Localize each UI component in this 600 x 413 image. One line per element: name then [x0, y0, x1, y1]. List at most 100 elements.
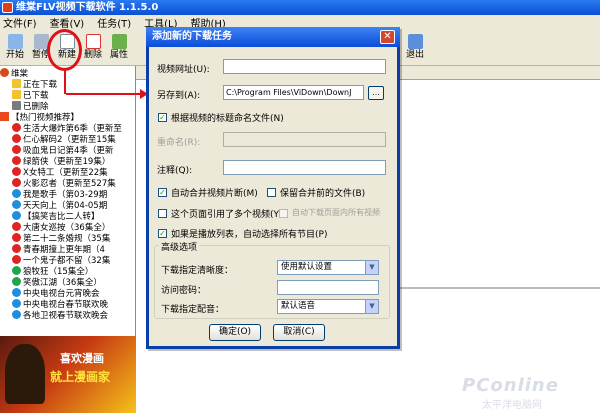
- menu-file[interactable]: 文件(F): [3, 15, 37, 30]
- password-input[interactable]: [277, 280, 379, 295]
- video-icon: [12, 145, 21, 154]
- arrow-icon: [0, 112, 9, 121]
- exit-icon: [407, 34, 423, 49]
- video-icon: [12, 200, 21, 209]
- close-icon[interactable]: ✕: [380, 30, 395, 44]
- auto-merge-checkbox[interactable]: ✓: [158, 188, 167, 197]
- video-icon: [12, 288, 21, 297]
- list-item[interactable]: 大唐女巡按（36集全）: [12, 222, 135, 233]
- video-icon: [12, 277, 21, 286]
- tree-deleted[interactable]: 已删除: [12, 101, 135, 112]
- ad-banner[interactable]: 喜欢漫画 就上漫画家: [0, 336, 136, 413]
- folder-icon: [12, 79, 21, 88]
- highlight-line: [64, 70, 66, 94]
- dubbing-select[interactable]: 默认语音 ▼: [277, 299, 379, 314]
- menu-task[interactable]: 任务(T): [97, 15, 131, 30]
- app-window: 维棠FLV视频下载软件 1.1.5.0 文件(F) 查看(V) 任务(T) 工具…: [0, 0, 600, 413]
- advanced-options-title: 高级选项: [159, 240, 200, 253]
- video-icon: [12, 299, 21, 308]
- rename-label: 重命名(R):: [157, 138, 201, 148]
- add-task-dialog: 添加新的下载任务 ✕ 视频网址(U): 另存到(A): C:\Program F…: [146, 27, 400, 349]
- cartoon-character-image: [5, 344, 45, 404]
- watermark-sub: 太平洋电脑网: [482, 400, 542, 411]
- delete-button[interactable]: 删除: [80, 32, 106, 65]
- rename-input[interactable]: [223, 132, 386, 147]
- url-input[interactable]: [223, 59, 386, 74]
- list-item[interactable]: X女特工（更新至22集: [12, 167, 135, 178]
- list-item[interactable]: 第二十二条婚规（35集: [12, 233, 135, 244]
- list-item[interactable]: 中央电视台春节联欢晚: [12, 299, 135, 310]
- delete-icon: [85, 34, 101, 49]
- properties-button[interactable]: 属性: [106, 32, 132, 65]
- start-button[interactable]: 开始: [2, 32, 28, 65]
- video-icon: [12, 178, 21, 187]
- list-item[interactable]: 青春期撞上更年期（4: [12, 244, 135, 255]
- multi-video-label: 这个页面引用了多个视频(Y): [171, 210, 283, 220]
- video-icon: [12, 134, 21, 143]
- browse-button[interactable]: ...: [368, 86, 384, 100]
- keep-before-merge-label: 保留合并前的文件(B): [280, 189, 366, 199]
- dialog-title: 添加新的下载任务: [152, 31, 232, 42]
- saveas-input[interactable]: C:\Program Files\ViDown\DownJ: [223, 85, 364, 100]
- list-item[interactable]: 一个鬼子都不留（32集: [12, 255, 135, 266]
- auto-download-all-label: 自动下载页面内所有视频: [292, 208, 380, 217]
- app-title: 维棠FLV视频下载软件 1.1.5.0: [16, 2, 159, 13]
- tree-downloading[interactable]: 正在下载: [12, 79, 135, 90]
- list-item[interactable]: 笑傲江湖（36集全）: [12, 277, 135, 288]
- list-item[interactable]: 中央电视台元宵晚会: [12, 288, 135, 299]
- properties-icon: [111, 34, 127, 49]
- url-label: 视频网址(U):: [157, 65, 210, 75]
- trash-icon: [12, 101, 21, 110]
- banner-line2: 就上漫画家: [50, 370, 111, 384]
- video-icon: [12, 255, 21, 264]
- rename-by-title-checkbox[interactable]: ✓: [158, 113, 167, 122]
- video-icon: [12, 266, 21, 275]
- list-item[interactable]: 狼牧狂（15集全）: [12, 266, 135, 277]
- keep-before-merge-checkbox[interactable]: [267, 188, 276, 197]
- list-item[interactable]: 我是歌手（第03-29期: [12, 189, 135, 200]
- highlight-circle: [47, 29, 82, 71]
- video-icon: [12, 233, 21, 242]
- highlight-line: [66, 93, 146, 95]
- list-item[interactable]: 各地卫视春节联欢晚会: [12, 310, 135, 321]
- list-item[interactable]: 天天向上（第04-05期: [12, 200, 135, 211]
- exit-button[interactable]: 退出: [402, 32, 428, 65]
- tree-downloaded[interactable]: 已下载: [12, 90, 135, 101]
- video-icon: [12, 156, 21, 165]
- password-label: 访问密码：: [161, 286, 207, 296]
- auto-download-all-checkbox[interactable]: [279, 209, 288, 218]
- chevron-down-icon: ▼: [365, 261, 378, 274]
- dialog-title-bar: 添加新的下载任务 ✕: [146, 27, 400, 47]
- list-item[interactable]: 绿箭侠（更新至19集）: [12, 156, 135, 167]
- dubbing-label: 下载指定配音：: [161, 305, 225, 315]
- note-input[interactable]: [223, 160, 386, 175]
- category-tree: 维棠 正在下载 已下载 已删除 【热门视频推荐】 生活大爆炸第6季（更新至 仁心…: [0, 66, 136, 336]
- video-icon: [12, 244, 21, 253]
- list-item[interactable]: 【搞笑吉比二人转】: [12, 211, 135, 222]
- folder-icon: [12, 90, 21, 99]
- app-logo-icon: [2, 2, 13, 13]
- multi-video-checkbox[interactable]: [158, 209, 167, 218]
- auto-merge-label: 自动合并视频片断(M): [171, 189, 258, 199]
- app-title-bar: 维棠FLV视频下载软件 1.1.5.0: [0, 0, 600, 15]
- list-item[interactable]: 生活大爆炸第6季（更新至: [12, 123, 135, 134]
- list-item[interactable]: 吸血鬼日记第4季（更新: [12, 145, 135, 156]
- playlist-auto-label: 如果是播放列表，自动选择所有节目(P): [171, 230, 328, 240]
- cancel-button[interactable]: 取消(C): [273, 324, 325, 341]
- ok-button[interactable]: 确定(O): [209, 324, 261, 341]
- clarity-select[interactable]: 使用默认设置 ▼: [277, 260, 379, 275]
- rename-by-title-label: 根据视频的标题命名文件(N): [171, 114, 284, 124]
- list-item[interactable]: 仁心解码2（更新至15集: [12, 134, 135, 145]
- play-icon: [7, 34, 23, 49]
- clarity-label: 下载指定清晰度：: [161, 266, 234, 276]
- watermark-brand: PConline: [462, 375, 559, 396]
- vidown-logo-icon: [0, 68, 9, 77]
- playlist-auto-checkbox[interactable]: ✓: [158, 229, 167, 238]
- note-label: 注释(Q):: [157, 166, 193, 176]
- banner-line1: 喜欢漫画: [60, 352, 104, 365]
- menu-view[interactable]: 查看(V): [50, 15, 85, 30]
- tree-hot-header[interactable]: 【热门视频推荐】: [0, 112, 134, 123]
- list-item[interactable]: 火影忍者（更新至527集: [12, 178, 135, 189]
- video-icon: [12, 222, 21, 231]
- video-icon: [12, 189, 21, 198]
